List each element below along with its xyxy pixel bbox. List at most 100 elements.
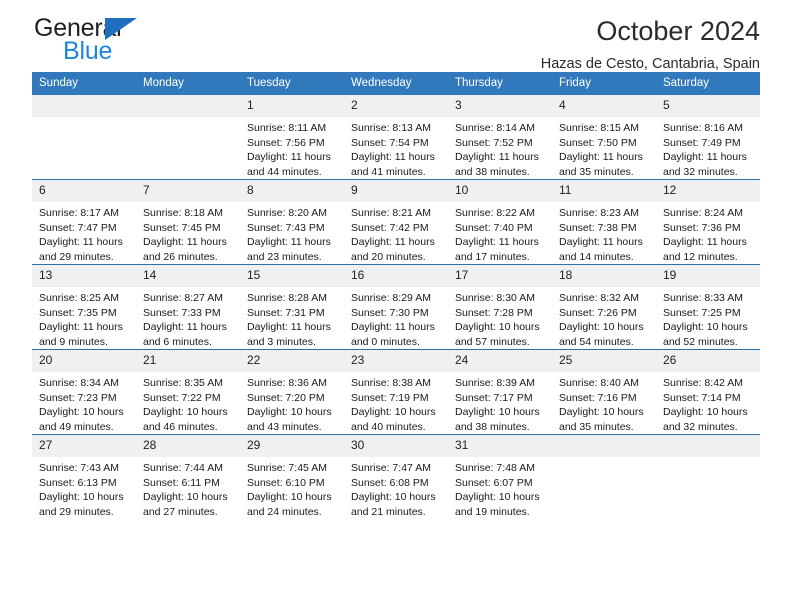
day-number: 11 [552, 180, 656, 202]
daylight-text-line1: Daylight: 11 hours [247, 236, 331, 248]
day-cell[interactable]: 8 Sunrise: 8:20 AM Sunset: 7:43 PM Daylight… [240, 179, 344, 265]
day-cell[interactable]: 15 Sunrise: 8:28 AM Sunset: 7:31 PM Dayligh… [240, 264, 344, 350]
weekday-header-friday: Friday [552, 72, 656, 95]
sunset-text: Sunset: 6:11 PM [143, 476, 220, 489]
general-blue-logo[interactable]: General Blue [32, 14, 262, 70]
day-number: 22 [240, 350, 344, 372]
sunrise-text: Sunrise: 8:23 AM [559, 207, 639, 219]
day-number [552, 435, 656, 457]
day-cell[interactable]: 2 Sunrise: 8:13 AM Sunset: 7:54 PM Daylight… [344, 95, 448, 180]
daylight-text-line1: Daylight: 11 hours [559, 236, 643, 248]
sunrise-text: Sunrise: 8:15 AM [559, 122, 639, 134]
day-number: 26 [656, 350, 760, 372]
daylight-text-line2: and 6 minutes. [143, 335, 212, 348]
day-cell[interactable]: 26 Sunrise: 8:42 AM Sunset: 7:14 PM Dayligh… [656, 349, 760, 435]
day-cell[interactable]: 23 Sunrise: 8:38 AM Sunset: 7:19 PM Dayligh… [344, 349, 448, 435]
day-cell[interactable]: 20 Sunrise: 8:34 AM Sunset: 7:23 PM Dayligh… [32, 349, 136, 435]
day-details: Sunrise: 8:25 AM Sunset: 7:35 PM Daylight:… [32, 287, 136, 349]
day-cell[interactable]: 4 Sunrise: 8:15 AM Sunset: 7:50 PM Daylight… [552, 95, 656, 180]
day-details: Sunrise: 8:24 AM Sunset: 7:36 PM Daylight:… [656, 202, 760, 264]
daylight-text-line2: and 40 minutes. [351, 420, 426, 433]
daylight-text-line2: and 38 minutes. [455, 420, 530, 433]
sunrise-text: Sunrise: 8:39 AM [455, 377, 535, 389]
day-cell[interactable]: 6 Sunrise: 8:17 AM Sunset: 7:47 PM Daylight… [32, 179, 136, 265]
day-cell[interactable]: 16 Sunrise: 8:29 AM Sunset: 7:30 PM Dayligh… [344, 264, 448, 350]
day-cell-empty [552, 434, 656, 519]
sunrise-text: Sunrise: 8:25 AM [39, 292, 119, 304]
day-cell[interactable]: 13 Sunrise: 8:25 AM Sunset: 7:35 PM Dayligh… [32, 264, 136, 350]
sunrise-text: Sunrise: 7:43 AM [39, 462, 119, 474]
daylight-text-line1: Daylight: 11 hours [559, 151, 643, 163]
sunrise-text: Sunrise: 8:36 AM [247, 377, 327, 389]
daylight-text-line1: Daylight: 11 hours [663, 236, 747, 248]
day-cell[interactable]: 3 Sunrise: 8:14 AM Sunset: 7:52 PM Daylight… [448, 95, 552, 180]
sunrise-text: Sunrise: 8:29 AM [351, 292, 431, 304]
day-cell[interactable]: 24 Sunrise: 8:39 AM Sunset: 7:17 PM Dayligh… [448, 349, 552, 435]
day-cell[interactable]: 18 Sunrise: 8:32 AM Sunset: 7:26 PM Dayligh… [552, 264, 656, 350]
day-cell[interactable]: 1 Sunrise: 8:11 AM Sunset: 7:56 PM Daylight… [240, 95, 344, 180]
sunrise-text: Sunrise: 8:35 AM [143, 377, 223, 389]
daylight-text-line1: Daylight: 10 hours [351, 406, 436, 418]
day-details: Sunrise: 8:18 AM Sunset: 7:45 PM Daylight:… [136, 202, 240, 264]
day-number: 30 [344, 435, 448, 457]
day-number: 9 [344, 180, 448, 202]
day-cell[interactable]: 5 Sunrise: 8:16 AM Sunset: 7:49 PM Daylight… [656, 95, 760, 180]
sunset-text: Sunset: 7:45 PM [143, 221, 221, 234]
day-cell[interactable]: 27 Sunrise: 7:43 AM Sunset: 6:13 PM Dayligh… [32, 434, 136, 519]
day-details: Sunrise: 8:40 AM Sunset: 7:16 PM Daylight:… [552, 372, 656, 434]
day-cell[interactable]: 14 Sunrise: 8:27 AM Sunset: 7:33 PM Dayligh… [136, 264, 240, 350]
calendar-week-row: 6 Sunrise: 8:17 AM Sunset: 7:47 PM Daylight… [32, 179, 760, 265]
daylight-text-line2: and 57 minutes. [455, 335, 530, 348]
sunset-text: Sunset: 6:13 PM [39, 476, 117, 489]
day-number: 4 [552, 95, 656, 117]
day-details: Sunrise: 8:16 AM Sunset: 7:49 PM Daylight:… [656, 117, 760, 179]
day-details: Sunrise: 7:43 AM Sunset: 6:13 PM Daylight:… [32, 457, 136, 519]
sunrise-text: Sunrise: 8:34 AM [39, 377, 119, 389]
day-cell[interactable]: 12 Sunrise: 8:24 AM Sunset: 7:36 PM Dayligh… [656, 179, 760, 265]
sunset-text: Sunset: 7:28 PM [455, 306, 533, 319]
day-cell[interactable]: 11 Sunrise: 8:23 AM Sunset: 7:38 PM Dayligh… [552, 179, 656, 265]
day-cell[interactable]: 25 Sunrise: 8:40 AM Sunset: 7:16 PM Dayligh… [552, 349, 656, 435]
day-number: 29 [240, 435, 344, 457]
calendar-week-row: 20 Sunrise: 8:34 AM Sunset: 7:23 PM Dayligh… [32, 349, 760, 435]
day-cell[interactable]: 30 Sunrise: 7:47 AM Sunset: 6:08 PM Dayligh… [344, 434, 448, 519]
day-number: 8 [240, 180, 344, 202]
day-cell[interactable]: 22 Sunrise: 8:36 AM Sunset: 7:20 PM Dayligh… [240, 349, 344, 435]
daylight-text-line2: and 12 minutes. [663, 250, 738, 263]
day-number: 14 [136, 265, 240, 287]
day-number: 13 [32, 265, 136, 287]
sunrise-sunset-calendar: Sunday Monday Tuesday Wednesday Thursday… [32, 72, 760, 519]
calendar-body: 1 Sunrise: 8:11 AM Sunset: 7:56 PM Daylight… [32, 95, 760, 519]
weekday-header-tuesday: Tuesday [240, 72, 344, 95]
calendar-page: General Blue October 2024 Hazas de Cesto… [0, 0, 792, 612]
sunrise-text: Sunrise: 8:18 AM [143, 207, 223, 219]
daylight-text-line1: Daylight: 11 hours [247, 321, 331, 333]
day-cell[interactable]: 9 Sunrise: 8:21 AM Sunset: 7:42 PM Daylight… [344, 179, 448, 265]
page-title: October 2024 [596, 16, 760, 46]
day-cell[interactable]: 28 Sunrise: 7:44 AM Sunset: 6:11 PM Dayligh… [136, 434, 240, 519]
sunrise-text: Sunrise: 8:16 AM [663, 122, 743, 134]
daylight-text-line1: Daylight: 11 hours [351, 236, 435, 248]
daylight-text-line1: Daylight: 11 hours [663, 151, 747, 163]
sunrise-text: Sunrise: 8:20 AM [247, 207, 327, 219]
sunrise-text: Sunrise: 7:45 AM [247, 462, 327, 474]
sunrise-text: Sunrise: 8:30 AM [455, 292, 535, 304]
day-cell[interactable]: 10 Sunrise: 8:22 AM Sunset: 7:40 PM Dayligh… [448, 179, 552, 265]
day-details: Sunrise: 8:23 AM Sunset: 7:38 PM Daylight:… [552, 202, 656, 264]
day-cell[interactable]: 7 Sunrise: 8:18 AM Sunset: 7:45 PM Daylight… [136, 179, 240, 265]
daylight-text-line1: Daylight: 10 hours [455, 491, 540, 503]
day-cell[interactable]: 29 Sunrise: 7:45 AM Sunset: 6:10 PM Dayligh… [240, 434, 344, 519]
daylight-text-line1: Daylight: 10 hours [455, 321, 540, 333]
daylight-text-line2: and 20 minutes. [351, 250, 426, 263]
sunrise-text: Sunrise: 8:17 AM [39, 207, 119, 219]
sunset-text: Sunset: 7:20 PM [247, 391, 325, 404]
sunset-text: Sunset: 7:31 PM [247, 306, 325, 319]
sunset-text: Sunset: 7:40 PM [455, 221, 533, 234]
day-cell[interactable]: 31 Sunrise: 7:48 AM Sunset: 6:07 PM Dayligh… [448, 434, 552, 519]
day-cell[interactable]: 17 Sunrise: 8:30 AM Sunset: 7:28 PM Dayligh… [448, 264, 552, 350]
day-cell[interactable]: 19 Sunrise: 8:33 AM Sunset: 7:25 PM Dayligh… [656, 264, 760, 350]
day-cell[interactable]: 21 Sunrise: 8:35 AM Sunset: 7:22 PM Dayligh… [136, 349, 240, 435]
daylight-text-line2: and 43 minutes. [247, 420, 322, 433]
day-details: Sunrise: 8:38 AM Sunset: 7:19 PM Daylight:… [344, 372, 448, 434]
day-details: Sunrise: 7:44 AM Sunset: 6:11 PM Daylight:… [136, 457, 240, 519]
